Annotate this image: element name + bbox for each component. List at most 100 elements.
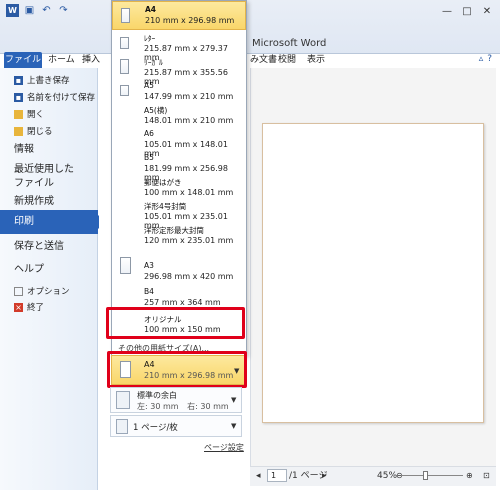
paper-icon bbox=[121, 8, 130, 23]
open-command-label: 開く bbox=[27, 110, 45, 120]
options-icon bbox=[14, 286, 23, 296]
paper-size-name: 洋形定形最大封筒 bbox=[144, 226, 204, 235]
close-icon[interactable]: ✕ bbox=[480, 6, 494, 18]
paper-size-name: B5 bbox=[144, 153, 154, 162]
zoom-slider-handle[interactable] bbox=[423, 471, 428, 480]
margins-name: 標準の余白 bbox=[137, 391, 177, 400]
pages-per-sheet-label: 1 ページ/枚 bbox=[133, 423, 178, 433]
close-command[interactable]: 閉じる bbox=[14, 125, 53, 137]
paper-size-option[interactable]: B5 181.99 mm x 256.98 mm bbox=[112, 153, 246, 182]
paper-icon bbox=[120, 257, 131, 274]
paper-size-name: 洋形4号封筒 bbox=[144, 202, 187, 211]
paper-size-option[interactable]: A4 210 mm x 296.98 mm bbox=[112, 1, 246, 30]
zoom-level: 45% bbox=[377, 471, 398, 481]
tab-home[interactable]: ホーム bbox=[48, 52, 75, 68]
nav-help[interactable]: ヘルプ bbox=[14, 263, 44, 277]
save-as-command-label: 名前を付けて保存 bbox=[27, 93, 96, 103]
margin-left-value: 30 mm bbox=[150, 402, 179, 411]
margins-selector[interactable]: 標準の余白 左: 30 mm 右: 30 mm ▼ bbox=[110, 387, 242, 413]
margin-right-value: 30 mm bbox=[200, 402, 229, 411]
quick-access-toolbar: W ▣ ↶ ↷ bbox=[6, 4, 70, 17]
margin-right-label: 右: bbox=[187, 402, 198, 411]
options-command-label: オプション bbox=[27, 287, 70, 297]
close-command-label: 閉じる bbox=[27, 127, 53, 137]
pages-per-sheet-selector[interactable]: 1 ページ/枚 ▼ bbox=[110, 415, 242, 437]
paper-size-option[interactable]: ﾘｰｶﾞﾙ 215.87 mm x 355.56 mm bbox=[112, 57, 246, 86]
options-command[interactable]: オプション bbox=[14, 285, 70, 297]
paper-size-name: 郵便はがき bbox=[144, 178, 182, 187]
zoom-out-icon[interactable]: ⊖ bbox=[396, 469, 403, 483]
paper-size-dimensions: 296.98 mm x 420 mm bbox=[144, 272, 234, 281]
nav-new[interactable]: 新規作成 bbox=[14, 195, 54, 209]
margin-left-label: 左: bbox=[137, 402, 148, 411]
chevron-down-icon: ▼ bbox=[231, 396, 237, 404]
paper-size-option[interactable]: 洋形定形最大封筒 120 mm x 235.01 mm bbox=[112, 225, 246, 249]
exit-command[interactable]: × 終了 bbox=[14, 301, 44, 313]
paper-size-dimensions: 257 mm x 364 mm bbox=[144, 298, 221, 307]
tab-view[interactable]: 表示 bbox=[307, 52, 325, 68]
save-as-command[interactable]: ▪ 名前を付けて保存 bbox=[14, 91, 95, 103]
paper-size-option[interactable]: ﾚﾀｰ 215.87 mm x 279.37 mm bbox=[112, 33, 246, 62]
paper-size-name: ﾘｰｶﾞﾙ bbox=[144, 58, 163, 67]
paper-size-dimensions: 210 mm x 296.98 mm bbox=[145, 16, 235, 25]
word-icon[interactable]: W bbox=[6, 4, 19, 17]
margins-icon bbox=[116, 391, 130, 409]
ribbon-right-icons: ▵ ? bbox=[479, 54, 492, 64]
prev-page-icon[interactable]: ◂ bbox=[256, 469, 261, 483]
tab-file[interactable]: ファイル bbox=[4, 52, 42, 68]
chevron-down-icon: ▼ bbox=[231, 422, 237, 430]
preview-page bbox=[262, 123, 484, 423]
margins-values: 左: 30 mm 右: 30 mm bbox=[137, 401, 229, 412]
zoom-in-icon[interactable]: ⊕ bbox=[466, 469, 473, 483]
help-icon[interactable]: ? bbox=[487, 54, 492, 64]
nav-recent[interactable]: 最近使用した ファイル bbox=[14, 163, 74, 191]
page-number-input[interactable]: 1 bbox=[267, 469, 287, 482]
paper-size-name: A4 bbox=[145, 5, 157, 14]
nav-print[interactable]: 印刷 bbox=[0, 210, 105, 234]
highlight-box-original bbox=[106, 307, 245, 339]
paper-size-name: B4 bbox=[144, 287, 154, 296]
nav-info[interactable]: 情報 bbox=[14, 143, 34, 157]
zoom-slider[interactable] bbox=[401, 475, 463, 476]
paper-size-option[interactable]: A5 147.99 mm x 210 mm bbox=[112, 81, 246, 105]
paper-size-option[interactable]: A3 296.98 mm x 420 mm bbox=[112, 257, 246, 285]
redo-icon[interactable]: ↷ bbox=[57, 4, 70, 17]
paper-size-name: A5(横) bbox=[144, 106, 168, 115]
save-command-label: 上書き保存 bbox=[27, 76, 70, 86]
highlight-box-selected bbox=[107, 351, 247, 388]
paper-icon bbox=[120, 59, 129, 74]
open-command[interactable]: 開く bbox=[14, 108, 44, 120]
paper-size-dimensions: 120 mm x 235.01 mm bbox=[144, 236, 234, 245]
pages-per-sheet-icon bbox=[116, 419, 128, 434]
save-command[interactable]: ▪ 上書き保存 bbox=[14, 74, 70, 86]
paper-size-option[interactable]: 郵便はがき 100 mm x 148.01 mm bbox=[112, 177, 246, 201]
save-icon: ▪ bbox=[14, 75, 23, 85]
paper-size-name: ﾚﾀｰ bbox=[144, 34, 156, 43]
paper-size-dimensions: 148.01 mm x 210 mm bbox=[144, 116, 234, 125]
collapse-ribbon-icon[interactable]: ▵ bbox=[479, 54, 484, 64]
tab-mailings[interactable]: み文書 bbox=[250, 52, 277, 68]
close-folder-icon bbox=[14, 126, 23, 136]
save-icon[interactable]: ▣ bbox=[23, 4, 36, 17]
paper-size-dimensions: 147.99 mm x 210 mm bbox=[144, 92, 234, 101]
paper-size-option[interactable]: A6 105.01 mm x 148.01 mm bbox=[112, 129, 246, 158]
paper-size-name: A6 bbox=[144, 129, 154, 138]
paper-size-option[interactable]: 洋形4号封筒 105.01 mm x 235.01 mm bbox=[112, 201, 246, 230]
nav-save-send[interactable]: 保存と送信 bbox=[14, 240, 64, 254]
minimize-icon[interactable]: — bbox=[440, 6, 454, 18]
open-folder-icon bbox=[14, 109, 23, 119]
paper-size-name: A5 bbox=[144, 81, 154, 90]
save-as-icon: ▪ bbox=[14, 92, 23, 102]
title-bar bbox=[0, 0, 500, 54]
tab-insert[interactable]: 挿入 bbox=[82, 52, 100, 68]
exit-command-label: 終了 bbox=[27, 303, 45, 313]
paper-size-option[interactable]: A5(横) 148.01 mm x 210 mm bbox=[112, 105, 246, 129]
page-setup-link[interactable]: ページ設定 bbox=[204, 442, 244, 453]
paper-icon bbox=[120, 37, 129, 49]
maximize-icon[interactable]: □ bbox=[460, 6, 474, 18]
exit-icon: × bbox=[14, 302, 23, 312]
fit-page-icon[interactable]: ⊡ bbox=[483, 469, 490, 483]
undo-icon[interactable]: ↶ bbox=[40, 4, 53, 17]
next-page-icon[interactable]: ▸ bbox=[322, 469, 327, 483]
tab-review[interactable]: 校閲 bbox=[278, 52, 296, 68]
